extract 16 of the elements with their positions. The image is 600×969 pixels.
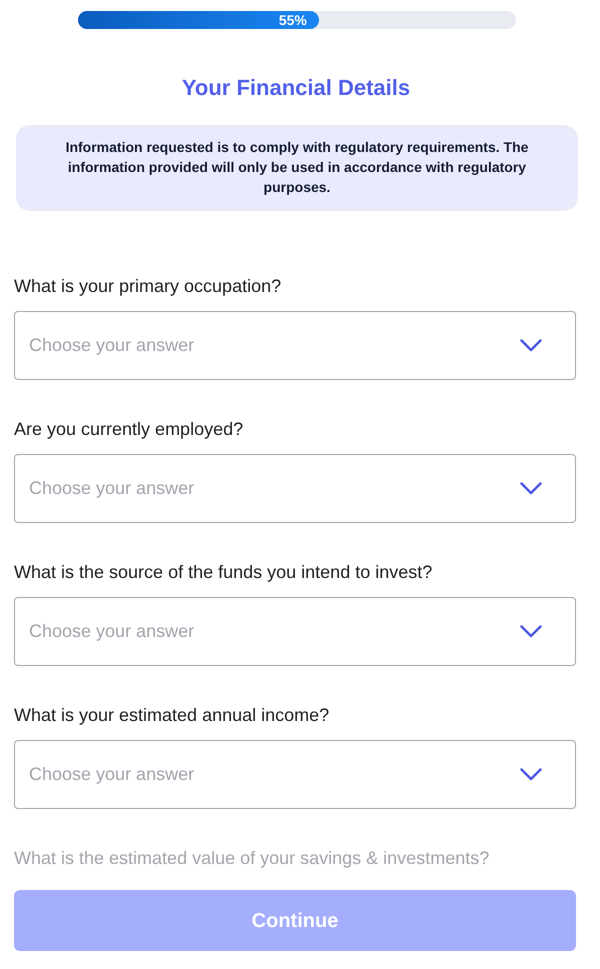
question-label: What is the source of the funds you intend to invest? (14, 561, 432, 584)
regulatory-notice: Information requested is to comply with regulatory requirements. The information provided will only be used in accordance with regulatory purposes. (16, 125, 578, 211)
chevron-down-icon (520, 339, 542, 352)
answer-dropdown[interactable]: Choose your answer (14, 740, 576, 809)
question-label: What is your primary occupation? (14, 275, 282, 298)
chevron-down-icon (520, 625, 542, 638)
progress-percent: 55% (278, 13, 307, 27)
chevron-down-icon (520, 482, 542, 495)
question-label: What is the estimated value of your savings & investments? (14, 847, 490, 870)
chevron-down-icon (520, 768, 542, 781)
answer-dropdown[interactable]: Choose your answer (14, 311, 576, 380)
question-label: What is your estimated annual income? (14, 704, 330, 727)
page-title: Your Financial Details (182, 74, 410, 102)
answer-dropdown[interactable]: Choose your answer (14, 597, 576, 666)
answer-dropdown[interactable]: Choose your answer (14, 454, 576, 523)
question-label: Are you currently employed? (14, 418, 244, 441)
